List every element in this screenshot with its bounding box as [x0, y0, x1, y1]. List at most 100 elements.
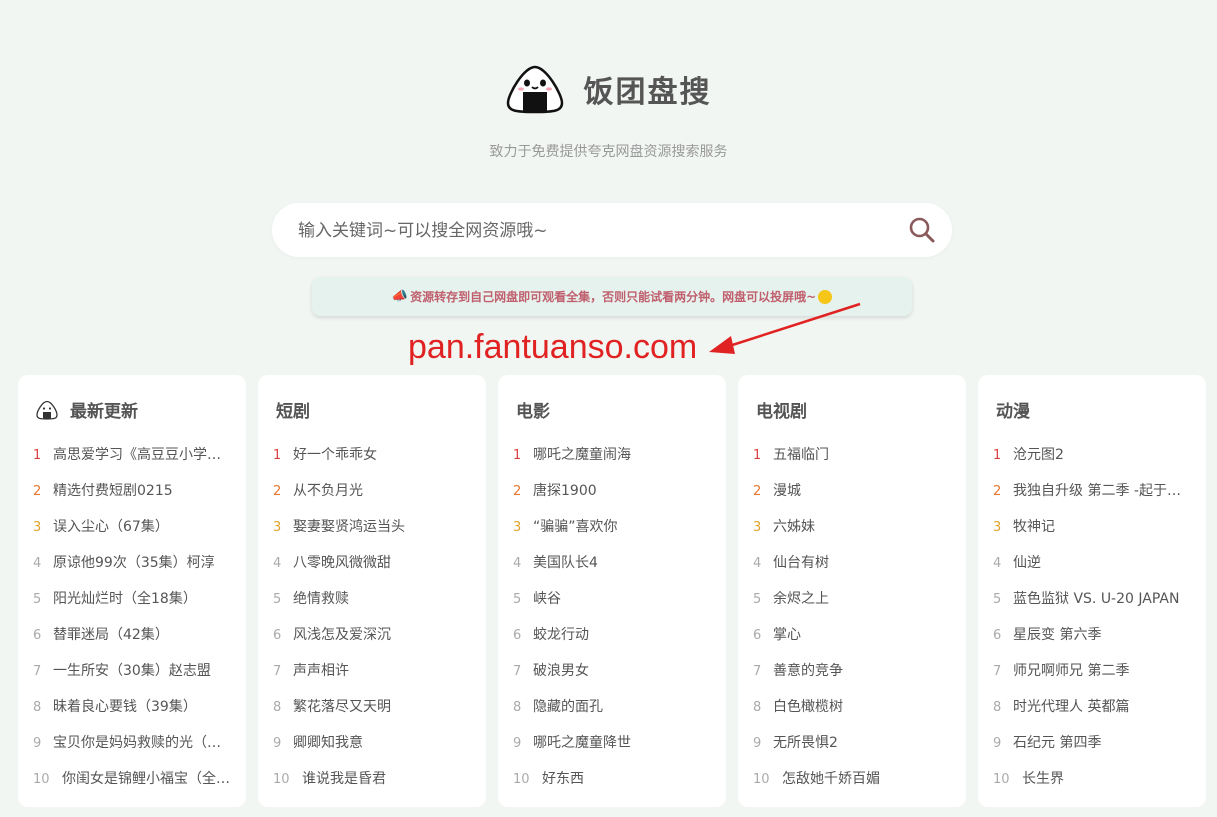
item-title: 长生界 [1022, 771, 1064, 787]
list-item[interactable]: 2 唐探1900 [513, 473, 712, 509]
list-item[interactable]: 3 娶妻娶贤鸿运当头 [273, 509, 472, 545]
list-item[interactable]: 5 余烬之上 [753, 581, 952, 617]
item-title: “骗骗”喜欢你 [533, 519, 618, 535]
rank-number: 1 [273, 448, 282, 463]
item-title: 精选付费短剧0215 [53, 483, 173, 499]
list-item[interactable]: 7 师兄啊师兄 第二季 [993, 653, 1192, 689]
card-title[interactable]: 最新更新 [70, 397, 138, 422]
item-title: 八零晚风微微甜 [293, 555, 391, 571]
list-item[interactable]: 5 阳光灿烂时（全18集） [33, 581, 232, 617]
list-item[interactable]: 4 八零晚风微微甜 [273, 545, 472, 581]
list-item[interactable]: 2 从不负月光 [273, 473, 472, 509]
item-title: 声声相许 [293, 663, 349, 679]
rank-number: 4 [753, 556, 762, 571]
rank-number: 2 [273, 484, 282, 499]
list-item[interactable]: 4 仙台有树 [753, 545, 952, 581]
list-item[interactable]: 4 美国队长4 [513, 545, 712, 581]
rank-number: 10 [993, 772, 1010, 787]
list-item[interactable]: 6 星辰变 第六季 [993, 617, 1192, 653]
list-item[interactable]: 3 “骗骗”喜欢你 [513, 509, 712, 545]
item-title: 好一个乖乖女 [293, 447, 377, 463]
rank-number: 6 [993, 628, 1002, 643]
card-title[interactable]: 电影 [516, 397, 550, 422]
card-title[interactable]: 动漫 [996, 397, 1030, 422]
list-item[interactable]: 3 六姊妹 [753, 509, 952, 545]
rank-number: 5 [993, 592, 1002, 607]
item-title: 哪吒之魔童降世 [533, 735, 631, 751]
list-item[interactable]: 7 善意的竞争 [753, 653, 952, 689]
list-item[interactable]: 7 破浪男女 [513, 653, 712, 689]
list-item[interactable]: 8 时光代理人 英都篇 [993, 689, 1192, 725]
site-title[interactable]: 饭团盘搜 [584, 67, 712, 111]
item-title: 昧着良心要钱（39集） [53, 699, 197, 715]
card-title[interactable]: 电视剧 [756, 397, 807, 422]
list-item[interactable]: 9 石纪元 第四季 [993, 725, 1192, 761]
item-title: 阳光灿烂时（全18集） [53, 591, 197, 607]
list-item[interactable]: 4 仙逆 [993, 545, 1192, 581]
list-item[interactable]: 6 掌心 [753, 617, 952, 653]
item-title: 石纪元 第四季 [1013, 735, 1102, 751]
onigiri-logo-icon[interactable] [506, 64, 564, 114]
list-item[interactable]: 7 声声相许 [273, 653, 472, 689]
list-item[interactable]: 10 好东西 [513, 761, 712, 797]
list-item[interactable]: 5 绝情救赎 [273, 581, 472, 617]
list-item[interactable]: 6 风浅怎及爱深沉 [273, 617, 472, 653]
list-item[interactable]: 8 繁花落尽又天明 [273, 689, 472, 725]
list-item[interactable]: 1 五福临门 [753, 437, 952, 473]
list-item[interactable]: 1 高思爱学习《高豆豆小学数学全集》 [33, 437, 232, 473]
rank-number: 6 [273, 628, 282, 643]
rank-number: 3 [273, 520, 282, 535]
list-item[interactable]: 1 哪吒之魔童闹海 [513, 437, 712, 473]
list-item[interactable]: 3 牧神记 [993, 509, 1192, 545]
list-item[interactable]: 7 一生所安（30集）赵志盟 [33, 653, 232, 689]
category-card-latest: 最新更新 1 高思爱学习《高豆豆小学数学全集》 2 精选付费短剧0215 3 误入尘心（6… [18, 375, 246, 807]
list-item[interactable]: 8 昧着良心要钱（39集） [33, 689, 232, 725]
search-input[interactable] [296, 203, 900, 259]
list-item[interactable]: 2 我独自升级 第二季 -起于暗影- [993, 473, 1192, 509]
list-item[interactable]: 8 白色橄榄树 [753, 689, 952, 725]
list-item[interactable]: 10 你闺女是锦鲤小福宝（全集） [33, 761, 232, 797]
list-item[interactable]: 2 精选付费短剧0215 [33, 473, 232, 509]
list-item[interactable]: 1 沧元图2 [993, 437, 1192, 473]
list-item[interactable]: 1 好一个乖乖女 [273, 437, 472, 473]
rank-number: 9 [273, 736, 282, 751]
item-title: 从不负月光 [293, 483, 363, 499]
rank-number: 10 [753, 772, 770, 787]
card-header: 电视剧 [756, 397, 807, 422]
item-title: 星辰变 第六季 [1013, 627, 1102, 643]
item-title: 替罪迷局（42集） [53, 627, 169, 643]
list-item[interactable]: 6 替罪迷局（42集） [33, 617, 232, 653]
item-title: 怎敌她千娇百媚 [782, 771, 880, 787]
list-item[interactable]: 10 长生界 [993, 761, 1192, 797]
search-icon[interactable] [908, 216, 936, 244]
rank-number: 4 [513, 556, 522, 571]
item-title: 五福临门 [773, 447, 829, 463]
list-item[interactable]: 4 原谅他99次（35集）柯淳 [33, 545, 232, 581]
list-item[interactable]: 9 卿卿知我意 [273, 725, 472, 761]
list-item[interactable]: 8 隐藏的面孔 [513, 689, 712, 725]
ranking-list: 1 沧元图2 2 我独自升级 第二季 -起于暗影- 3 牧神记 4 仙逆 5 蓝色监狱 VS. U… [993, 437, 1192, 797]
item-title: 白色橄榄树 [773, 699, 843, 715]
list-item[interactable]: 5 峡谷 [513, 581, 712, 617]
rank-number: 6 [513, 628, 522, 643]
rank-number: 1 [993, 448, 1002, 463]
list-item[interactable]: 10 怎敌她千娇百媚 [753, 761, 952, 797]
ranking-list: 1 哪吒之魔童闹海 2 唐探1900 3 “骗骗”喜欢你 4 美国队长4 5 峡谷 6 蛟龙行动 7 破浪… [513, 437, 712, 797]
item-title: 哪吒之魔童闹海 [533, 447, 631, 463]
category-card-tv: 电视剧 1 五福临门 2 漫城 3 六姊妹 4 仙台有树 5 余烬之上 6 掌心 7 善意的竞争 8 白色橄榄… [738, 375, 966, 807]
list-item[interactable]: 2 漫城 [753, 473, 952, 509]
list-item[interactable]: 5 蓝色监狱 VS. U-20 JAPAN [993, 581, 1192, 617]
card-header: 短剧 [276, 397, 310, 422]
item-title: 峡谷 [533, 591, 561, 607]
list-item[interactable]: 9 宝贝你是妈妈救赎的光（全集） [33, 725, 232, 761]
rank-number: 9 [753, 736, 762, 751]
card-title[interactable]: 短剧 [276, 397, 310, 422]
card-header: 最新更新 [36, 397, 138, 422]
list-item[interactable]: 9 无所畏惧2 [753, 725, 952, 761]
rank-number: 1 [33, 448, 42, 463]
list-item[interactable]: 3 误入尘心（67集） [33, 509, 232, 545]
item-title: 误入尘心（67集） [53, 519, 169, 535]
list-item[interactable]: 9 哪吒之魔童降世 [513, 725, 712, 761]
list-item[interactable]: 10 谁说我是昏君 [273, 761, 472, 797]
list-item[interactable]: 6 蛟龙行动 [513, 617, 712, 653]
